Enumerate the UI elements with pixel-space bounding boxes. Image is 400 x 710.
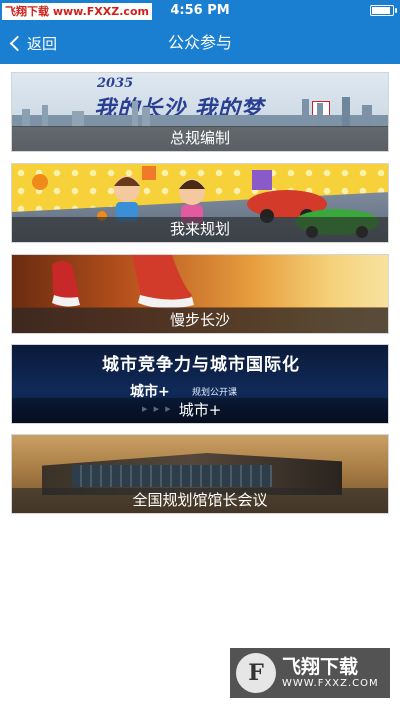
banner-caption: 全国规划馆馆长会议 xyxy=(12,488,388,513)
banner-museum-conference[interactable]: 全国规划馆馆长会议 xyxy=(11,434,389,514)
banner-i-plan[interactable]: 我来规划 xyxy=(11,163,389,243)
banner-caption: 总规编制 xyxy=(12,126,388,151)
banner-caption: 慢步长沙 xyxy=(12,308,388,333)
banner-year-text: 2035 xyxy=(97,76,134,91)
nav-bar: 返回 公众参与 xyxy=(0,22,400,64)
banner-headline: 城市竞争力与城市国际化 xyxy=(102,355,300,375)
banner-master-plan[interactable]: 2035 我的长沙 我的梦 总规编制 xyxy=(11,72,389,152)
page-title: 公众参与 xyxy=(167,33,232,52)
watermark-logo-text: 飞翔下载 xyxy=(282,656,359,679)
banner-caption: 我来规划 xyxy=(12,217,388,242)
battery-icon xyxy=(370,5,397,16)
banner-slow-walk[interactable]: 慢步长沙 xyxy=(11,254,389,334)
logo-icon: F xyxy=(236,653,276,693)
status-bar: 飞翔下载 www.FXXZ.com 4:56 PM xyxy=(0,0,400,22)
banner-city-plus[interactable]: 城市竞争力与城市国际化 城市+ 规划公开课 ▶ ▶ ▶ 城市+ xyxy=(11,344,389,424)
watermark-logo: F 飞翔下载 WWW.FXXZ.COM xyxy=(230,648,390,698)
watermark-logo-url: WWW.FXXZ.COM xyxy=(282,677,379,689)
battery-level xyxy=(372,7,390,14)
status-time: 4:56 PM xyxy=(170,3,230,18)
banner-course-text: 规划公开课 xyxy=(192,388,238,398)
skyline-image xyxy=(12,97,388,127)
building-windows-image xyxy=(72,465,272,487)
banner-caption: 城市+ xyxy=(12,398,388,423)
